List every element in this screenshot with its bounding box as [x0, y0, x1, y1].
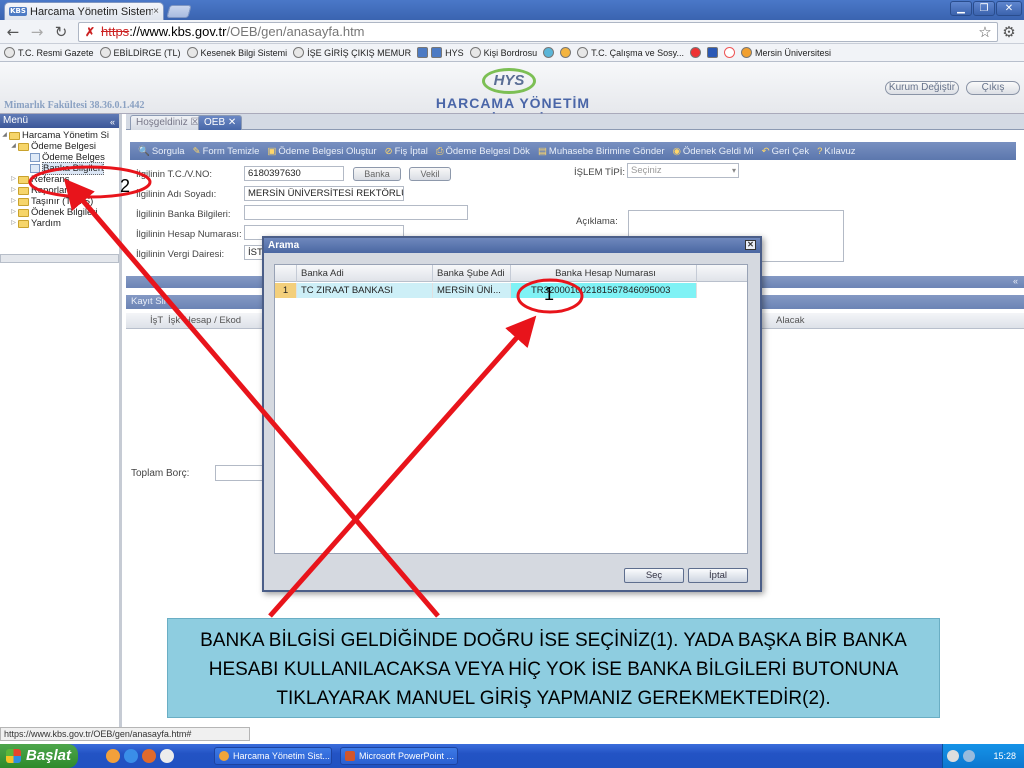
browser-status-bar: https://www.kbs.gov.tr/OEB/gen/anasayfa.… [0, 727, 250, 741]
tray-icon[interactable] [963, 750, 975, 762]
annotation-label-1: 1 [544, 284, 555, 304]
powerpoint-icon [345, 751, 355, 761]
annotation-circle-2 [28, 165, 152, 199]
start-button[interactable]: Başlat [0, 744, 78, 768]
system-tray: 15:28 [942, 744, 1024, 768]
ie-icon[interactable] [124, 749, 138, 763]
firefox-icon[interactable] [142, 749, 156, 763]
tray-icon[interactable] [947, 750, 959, 762]
clock: 15:28 [993, 751, 1016, 761]
windows-taskbar: Başlat Harcama Yönetim Sist... Microsoft… [0, 744, 1024, 768]
instruction-callout: BANKA BİLGİSİ GELDİĞİNDE DOĞRU İSE SEÇİN… [167, 618, 940, 718]
quicklaunch-icon[interactable] [106, 749, 120, 763]
chrome-icon [219, 751, 229, 761]
chrome-icon[interactable] [160, 749, 174, 763]
taskbar-item-browser[interactable]: Harcama Yönetim Sist... [214, 747, 332, 765]
annotation-label-2: 2 [120, 176, 131, 196]
annotation-arrow-2 [63, 178, 440, 618]
windows-logo-icon [6, 749, 21, 763]
taskbar-item-powerpoint[interactable]: Microsoft PowerPoint ... [340, 747, 458, 765]
